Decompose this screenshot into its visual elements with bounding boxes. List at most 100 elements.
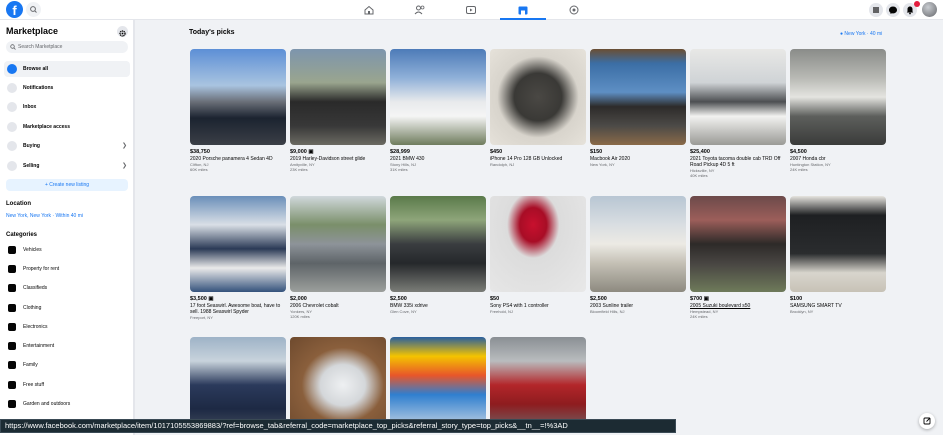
listing-image [590,49,686,145]
category-vehicles[interactable]: Vehicles [4,242,130,258]
listing-image [790,196,886,292]
location-link[interactable]: ● New York · 40 mi [840,31,882,37]
page-title: Today's picks [189,29,235,36]
sidebar-item-label: Inbox [23,104,37,110]
sidebar-item-label: Browse all [23,66,49,72]
categories-heading: Categories [6,232,38,238]
listing-mileage: 31K miles [390,167,408,172]
listing-card[interactable]: $25,400 2021 Toyota tacoma double cab TR… [690,49,786,178]
location-heading: Location [6,201,31,207]
sidebar-item-buying[interactable]: Buying ❯ [4,138,130,154]
shirt-icon [8,304,16,312]
compose-button[interactable] [919,413,935,429]
phone-icon [8,323,16,331]
sidebar-item-inbox[interactable]: Inbox [4,99,130,115]
category-label: Entertainment [23,343,55,349]
listing-mileage: 40K miles [690,173,708,178]
listing-mileage: 24K miles [790,167,808,172]
listing-price: $28,999 [390,149,410,155]
car-icon [8,246,16,254]
category-label: Vehicles [23,247,42,253]
listing-image [190,196,286,292]
listing-card[interactable]: $4,500 2007 Honda cbr Huntington Station… [790,49,886,172]
listing-location: New York, NY [590,162,615,167]
home-icon[interactable] [362,3,376,17]
watch-icon[interactable] [464,3,478,17]
listing-card[interactable]: $2,500 2003 Sunline trailer Bloomfield H… [590,196,686,314]
search-button[interactable] [26,2,41,17]
listing-card[interactable]: $3,500 ▣ 17 foot Seaswirl. Awesome boat,… [190,196,286,320]
category-label: Family [23,362,38,368]
category-entertainment[interactable]: Entertainment [4,338,130,354]
category-garden-and-outdoors[interactable]: Garden and outdoors [4,396,130,412]
search-placeholder: Search Marketplace [18,44,63,50]
listing-price: $2,500 [390,296,407,302]
listing-card[interactable]: $150 Macbook Air 2020 New York, NY [590,49,686,167]
category-free-stuff[interactable]: Free stuff [4,377,130,393]
listing-card[interactable]: $28,999 2021 BMW 430 Stony Hills, NJ 31K… [390,49,486,172]
sidebar-scrollbar[interactable] [133,20,135,435]
category-property-for-rent[interactable]: Property for rent [4,261,130,277]
notification-badge [914,1,920,7]
listing-image [290,196,386,292]
listing-title: 17 foot Seaswirl. Awesome boat, have to … [190,303,281,315]
listing-price: $50 [490,296,500,302]
friends-icon[interactable] [413,3,427,17]
listing-card[interactable]: $450 iPhone 14 Pro 128 GB Unlocked Rando… [490,49,586,167]
create-listing-button[interactable]: + Create new listing [6,179,128,191]
listing-card[interactable]: $50 Sony PS4 with 1 controller Freehold,… [490,196,586,314]
marketplace-icon[interactable] [516,3,530,17]
listing-card[interactable]: $2,000 2006 Chevrolet cobalt Yonkers, NY… [290,196,386,319]
listing-price-value: $3,500 [190,296,207,302]
category-label: Garden and outdoors [23,401,71,407]
listing-title: 2021 Toyota tacoma double cab TRD Off Ro… [690,156,781,168]
settings-button[interactable] [117,26,128,37]
messenger-button[interactable] [886,3,900,17]
listing-price: $4,500 [790,149,807,155]
listing-card[interactable]: $9,000 ▣ 2019 Harley-Davidson street gli… [290,49,386,172]
messenger-icon [889,6,897,14]
listing-price-value: $9,000 [290,149,307,155]
inbox-icon [7,102,17,112]
listing-mileage: 120K miles [290,314,310,319]
listing-price: $2,500 [590,296,607,302]
video-icon: ▣ [308,149,314,155]
listing-image [690,196,786,292]
top-navigation-bar: f [0,0,943,20]
listing-price: $700 ▣ [690,296,786,303]
category-family[interactable]: Family [4,357,130,373]
location-pin-icon: ● [840,31,844,37]
sidebar-item-marketplace-access[interactable]: Marketplace access [4,119,130,135]
listing-price: $9,000 ▣ [290,149,386,156]
listing-card[interactable]: $38,750 2020 Porsche panamera 4 Sedan 4D… [190,49,286,172]
sidebar-item-browse-all[interactable]: Browse all [4,61,130,77]
sidebar-item-notifications[interactable]: Notifications [4,80,130,96]
menu-button[interactable] [869,3,883,17]
tag-icon [8,381,16,389]
sidebar-title: Marketplace [6,26,59,36]
edit-icon [923,417,931,425]
menu-icon [873,7,879,13]
search-input[interactable]: Search Marketplace [6,41,128,53]
listing-image [290,49,386,145]
avatar[interactable] [922,2,937,17]
sidebar-item-label: Notifications [23,85,54,91]
location-link-label: New York · 40 mi [844,31,883,37]
listing-price: $450 [490,149,503,155]
listing-card[interactable]: $100 SAMSUNG SMART TV Brooklyn, NY [790,196,886,314]
people-icon [8,342,16,350]
gaming-icon[interactable] [567,3,581,17]
location-filter[interactable]: New York, New York · Within 40 mi [6,213,83,219]
category-clothing[interactable]: Clothing [4,300,130,316]
category-electronics[interactable]: Electronics [4,319,130,335]
listing-image [190,49,286,145]
facebook-logo[interactable]: f [6,1,23,18]
listing-price: $3,500 ▣ [190,296,286,303]
active-tab-indicator [500,18,546,20]
category-classifieds[interactable]: Classifieds [4,280,130,296]
sidebar-item-selling[interactable]: Selling ❯ [4,158,130,174]
listing-price: $150 [590,149,603,155]
listing-price: $38,750 [190,149,210,155]
listing-card[interactable]: $2,500 BMW 335i xdrive Glen Cove, NY [390,196,486,314]
listing-card[interactable]: $700 ▣ 2005 Suzuki boulevard s50 Hempste… [690,196,786,319]
